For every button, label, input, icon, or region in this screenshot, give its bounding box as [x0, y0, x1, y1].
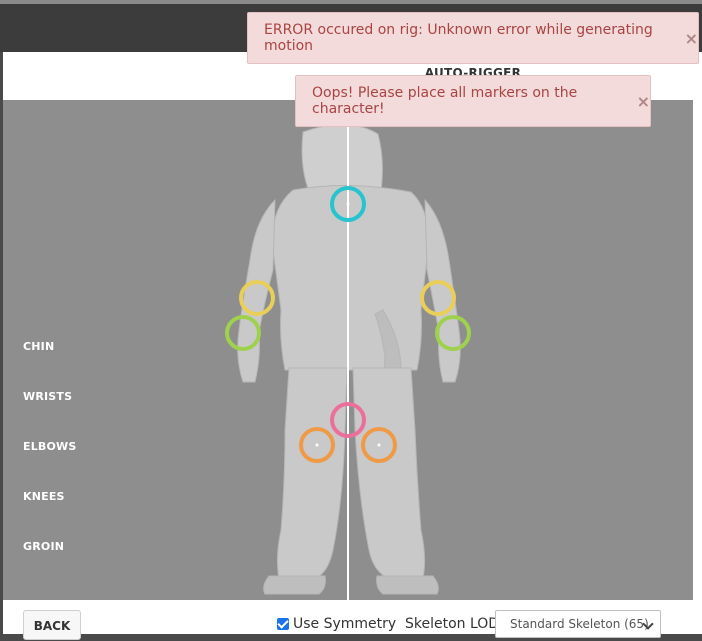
knee-right-marker-dot [377, 443, 381, 447]
symmetry-label: Use Symmetry [293, 616, 397, 632]
knee-left-marker-dot [315, 443, 319, 447]
background-app-bar [0, 0, 702, 4]
close-icon[interactable]: × [685, 29, 698, 48]
error-toast-message: ERROR occured on rig: Unknown error whil… [264, 22, 653, 54]
error-toast-message: Oops! Please place all markers on the ch… [312, 85, 578, 117]
error-toast-markers: Oops! Please place all markers on the ch… [295, 75, 651, 127]
marker-label-chin: CHIN [23, 340, 55, 353]
error-toast-rig: ERROR occured on rig: Unknown error whil… [247, 12, 699, 64]
rig-viewport[interactable]: CHIN WRISTS ELBOWS KNEES GROIN [3, 100, 693, 600]
back-button[interactable]: BACK [23, 610, 81, 640]
modal-footer: BACK Use Symmetry Skeleton LOD Standard … [3, 600, 702, 640]
symmetry-checkbox[interactable] [277, 618, 289, 630]
use-symmetry-toggle[interactable]: Use Symmetry [277, 616, 396, 632]
marker-label-groin: GROIN [23, 540, 65, 553]
close-icon[interactable]: × [637, 92, 650, 111]
marker-label-wrists: WRISTS [23, 390, 73, 403]
chin-marker-dot [346, 202, 350, 206]
skeleton-lod-value: Standard Skeleton (65) [510, 617, 649, 631]
marker-label-elbows: ELBOWS [23, 440, 77, 453]
auto-rigger-modal: AUTO-RIGGER CHIN WRISTS ELBOWS KNEES GRO… [3, 52, 702, 640]
skeleton-lod-label: Skeleton LOD [405, 616, 500, 632]
character-canvas[interactable] [3, 100, 693, 600]
marker-label-knees: KNEES [23, 490, 65, 503]
